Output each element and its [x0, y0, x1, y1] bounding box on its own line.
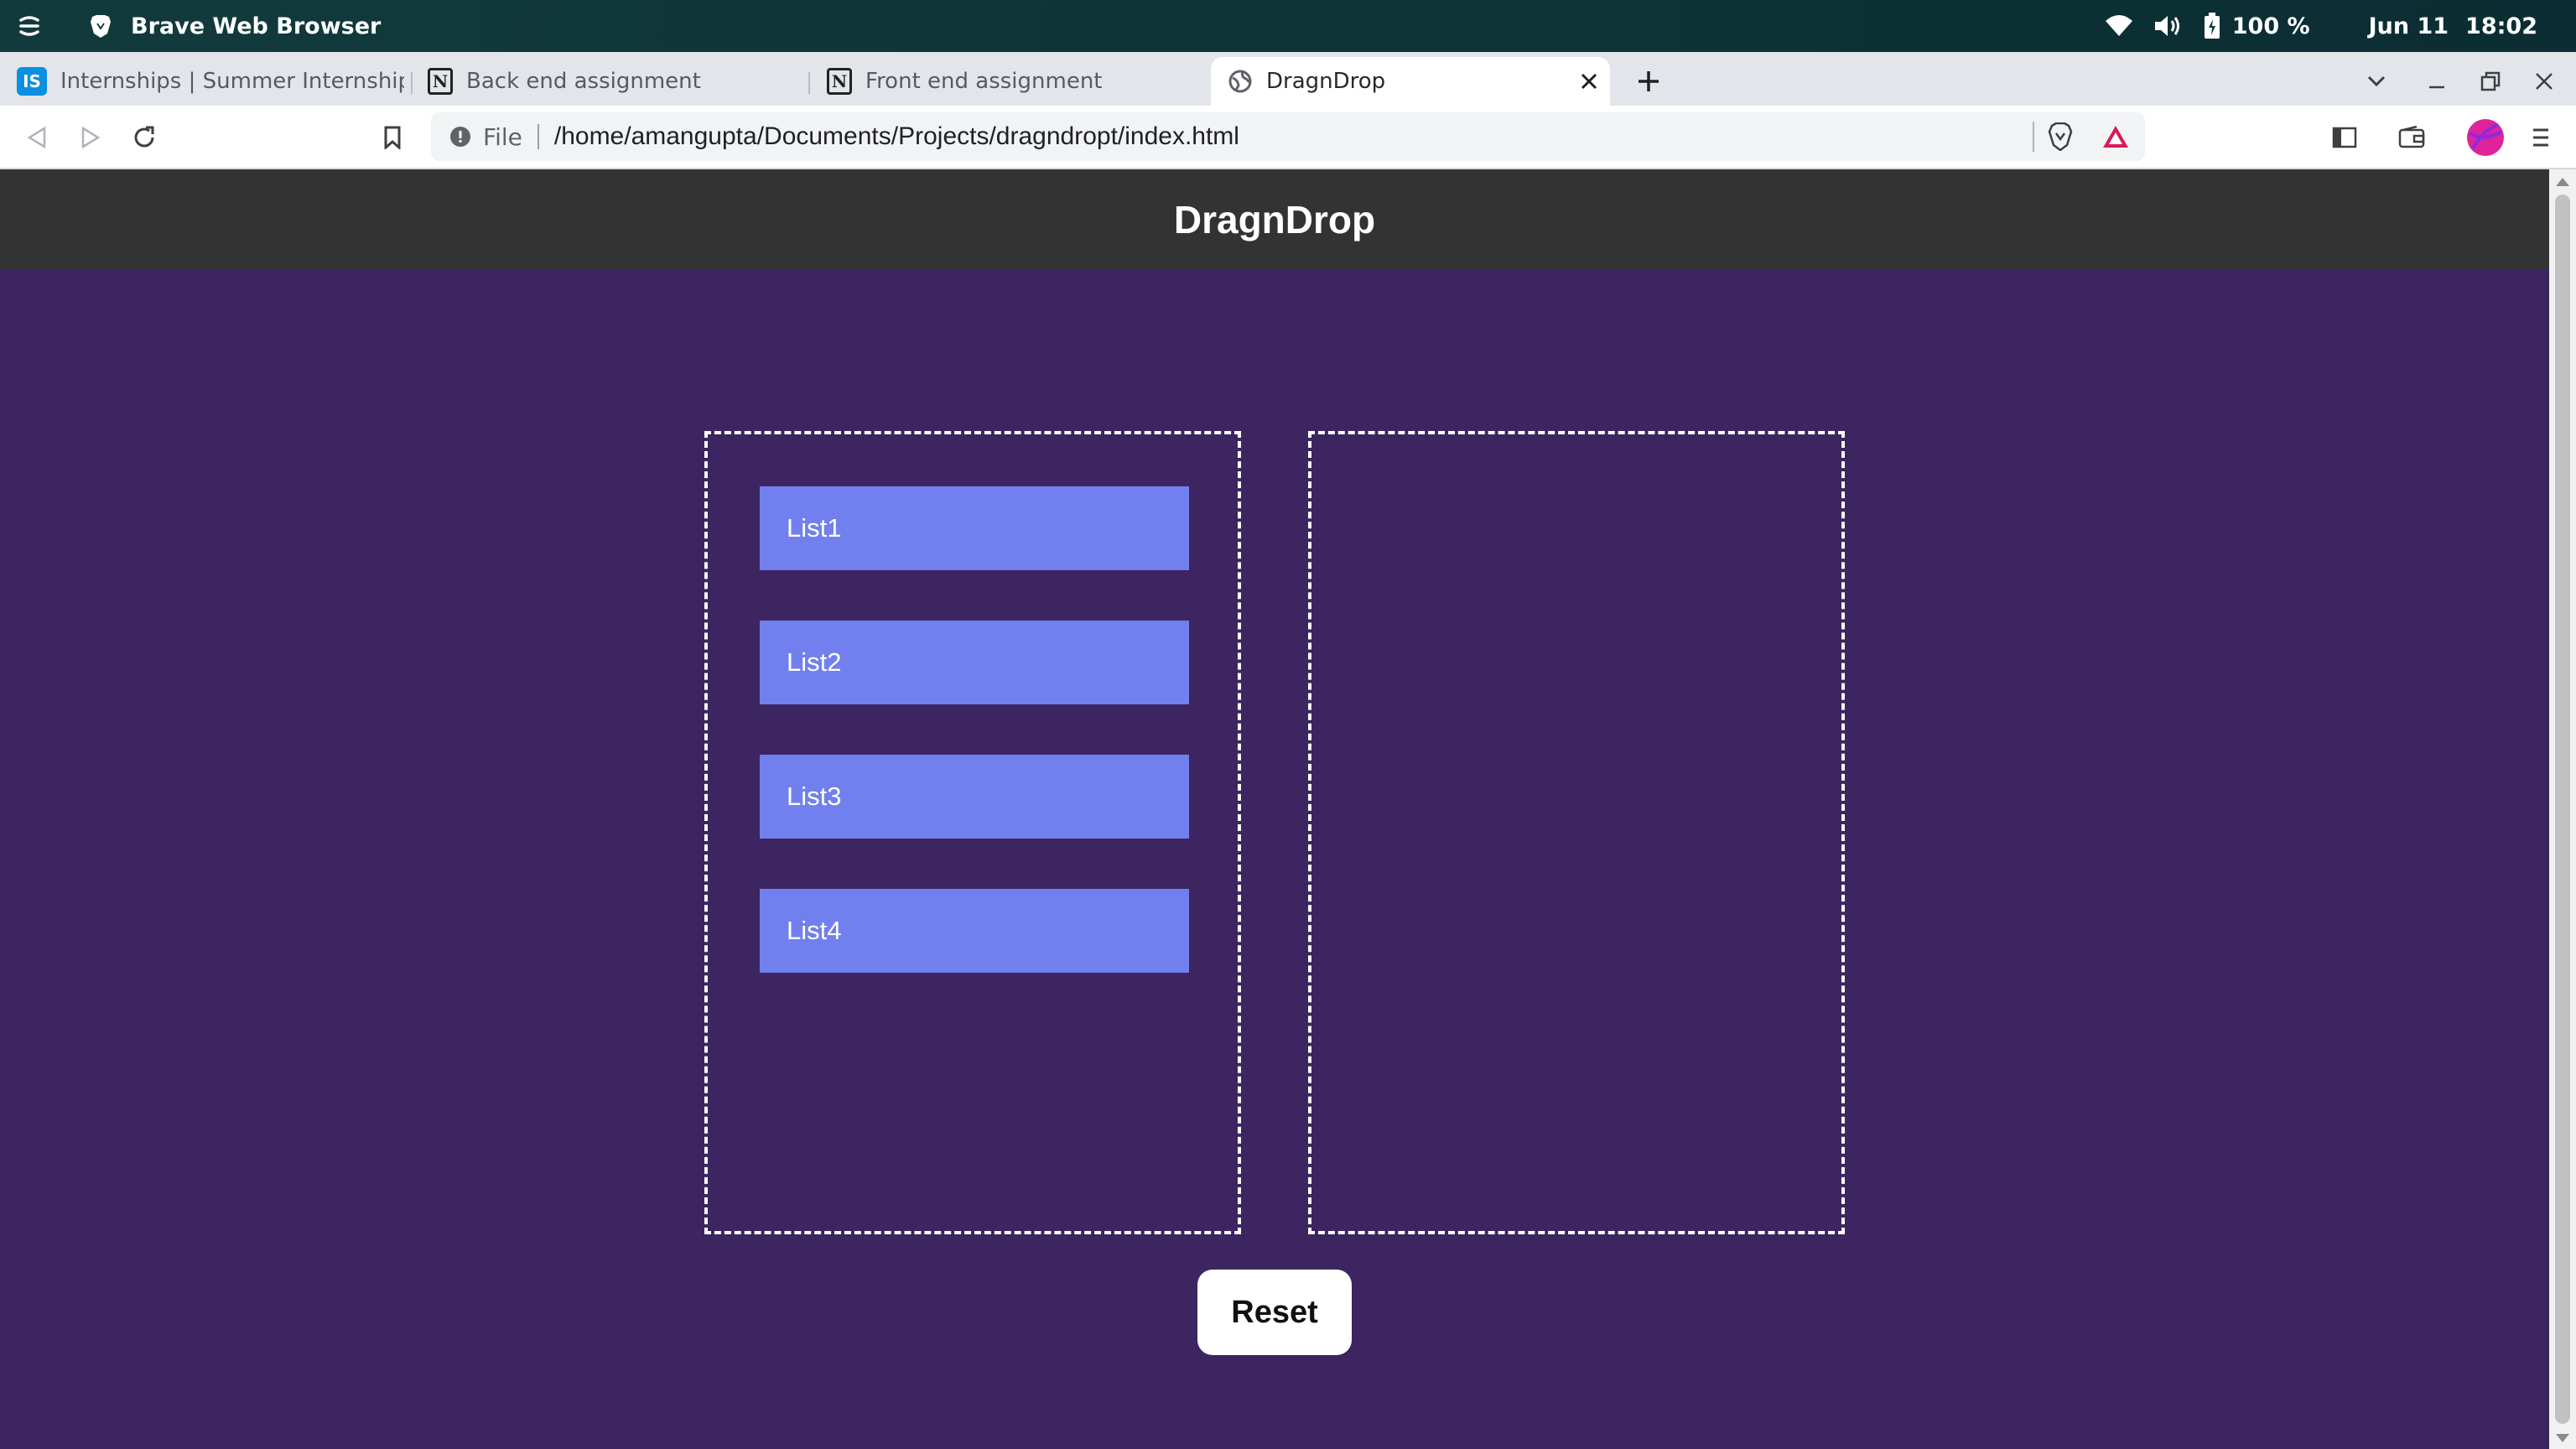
- back-button[interactable]: [17, 117, 57, 158]
- reload-button[interactable]: [124, 117, 164, 158]
- list-item-3[interactable]: List3: [760, 755, 1189, 839]
- url-end-divider: [2033, 122, 2034, 152]
- site-header: DragnDrop: [0, 169, 2549, 270]
- restore-button[interactable]: [2472, 57, 2509, 106]
- os-top-bar: Brave Web Browser 100 % Jun 11 18:02: [0, 0, 2576, 52]
- minimize-button[interactable]: [2418, 57, 2455, 106]
- list-item-1[interactable]: List1: [760, 486, 1189, 570]
- brave-shields-icon[interactable]: [2048, 122, 2073, 151]
- active-app-name: Brave Web Browser: [131, 13, 382, 39]
- tab-label: DragnDrop: [1266, 69, 1386, 94]
- page-title: DragnDrop: [1173, 198, 1376, 242]
- url-divider: [537, 124, 539, 149]
- wifi-icon[interactable]: [2105, 14, 2133, 38]
- internshala-icon: IS: [17, 67, 47, 96]
- source-drop-zone[interactable]: List1 List2 List3 List4: [704, 431, 1241, 1234]
- battery-icon[interactable]: [2204, 13, 2220, 39]
- page-viewport: DragnDrop List1 List2 List3 List4 Reset: [0, 169, 2549, 1449]
- clock-time[interactable]: 18:02: [2465, 13, 2537, 39]
- scheme-label: File: [483, 122, 522, 151]
- tab-strip: IS Internships | Summer Internship N Bac…: [0, 52, 2576, 106]
- address-toolbar: File /home/amangupta/Documents/Projects/…: [0, 106, 2576, 169]
- sidebar-toggle-button[interactable]: [2324, 117, 2365, 158]
- scrollbar-thumb[interactable]: [2555, 195, 2570, 1424]
- target-drop-zone[interactable]: [1308, 431, 1845, 1234]
- notion-icon: N: [428, 68, 453, 95]
- profile-avatar[interactable]: [2465, 117, 2506, 158]
- bookmark-button[interactable]: [372, 117, 413, 158]
- scroll-up-arrow[interactable]: [2556, 178, 2569, 186]
- tab-search-button[interactable]: [2358, 57, 2395, 106]
- wallet-button[interactable]: [2392, 117, 2432, 158]
- page-scrollbar[interactable]: [2549, 169, 2576, 1449]
- tab-front-end-assignment[interactable]: N Front end assignment: [810, 57, 1208, 106]
- notion-icon: N: [827, 68, 852, 95]
- reset-button[interactable]: Reset: [1197, 1270, 1352, 1355]
- info-icon[interactable]: [449, 126, 471, 148]
- scroll-down-arrow[interactable]: [2556, 1434, 2569, 1442]
- activities-menu-icon[interactable]: [17, 13, 42, 39]
- tab-internships[interactable]: IS Internships | Summer Internship: [0, 57, 411, 106]
- list-item-2[interactable]: List2: [760, 621, 1189, 704]
- tab-back-end-assignment[interactable]: N Back end assignment: [411, 57, 808, 106]
- new-tab-button[interactable]: [1630, 57, 1667, 106]
- globe-icon: [1228, 69, 1253, 94]
- list-item-4[interactable]: List4: [760, 889, 1189, 973]
- tab-label: Back end assignment: [466, 69, 701, 94]
- volume-icon[interactable]: [2153, 13, 2184, 39]
- url-text[interactable]: /home/amangupta/Documents/Projects/dragn…: [554, 122, 1239, 151]
- tab-label: Internships | Summer Internship: [60, 69, 404, 94]
- close-tab-icon[interactable]: [1580, 72, 1598, 91]
- main-menu-button[interactable]: [2521, 117, 2561, 158]
- tab-label: Front end assignment: [865, 69, 1103, 94]
- battery-percentage: 100 %: [2231, 13, 2310, 39]
- url-field[interactable]: File /home/amangupta/Documents/Projects/…: [431, 112, 2145, 161]
- brave-lion-icon: [89, 13, 112, 39]
- forward-button[interactable]: [70, 117, 111, 158]
- clock-date[interactable]: Jun 11: [2369, 13, 2449, 39]
- tab-dragndrop[interactable]: DragnDrop: [1211, 57, 1610, 106]
- brave-rewards-icon[interactable]: [2101, 124, 2130, 149]
- close-window-button[interactable]: [2526, 57, 2563, 106]
